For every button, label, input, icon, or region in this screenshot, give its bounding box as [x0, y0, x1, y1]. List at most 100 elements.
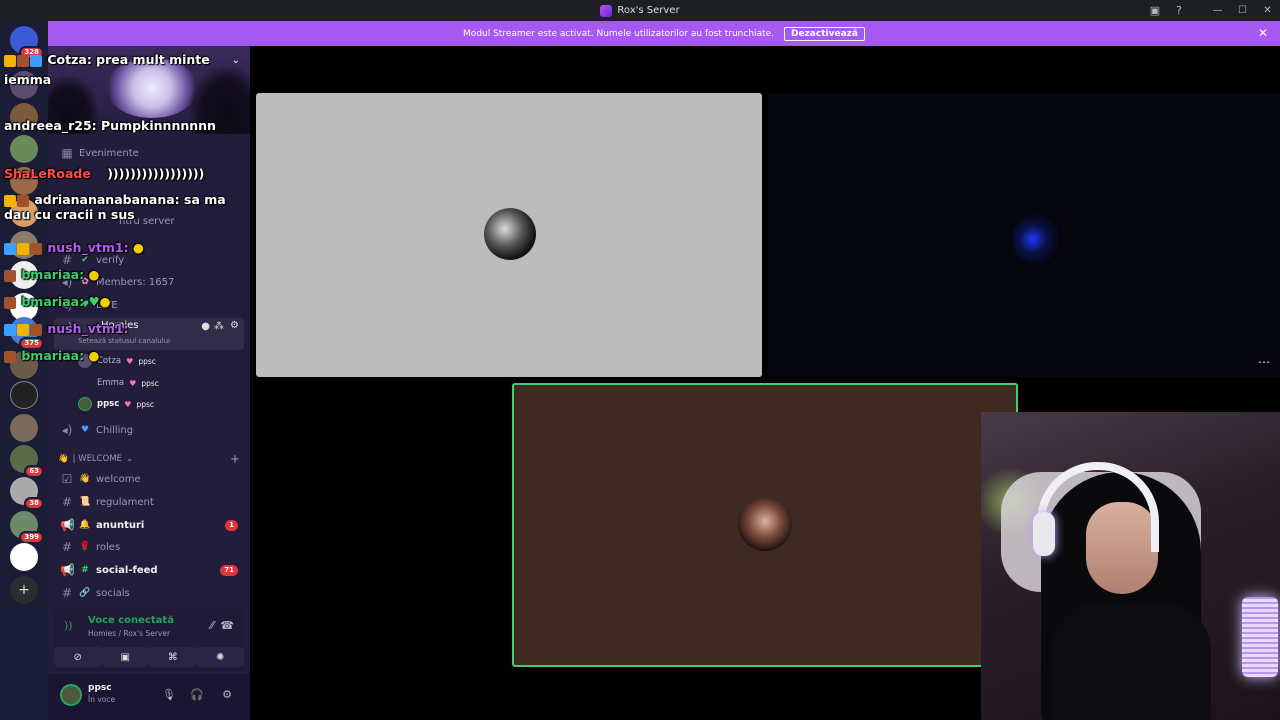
add-member-icon[interactable]: ⁂: [214, 321, 224, 332]
voice-user-name: Cotza: [97, 356, 122, 366]
heart-icon: ♥: [80, 300, 90, 310]
help-icon[interactable]: ?: [1167, 0, 1191, 21]
channel-welcome[interactable]: ☑ 👋 welcome: [54, 469, 244, 489]
server-info-label: ntru server: [119, 215, 175, 227]
gamepad-icon: ⌘: [167, 651, 178, 663]
verify-label: verify: [96, 254, 125, 266]
server-icon[interactable]: [10, 543, 38, 571]
rose-icon: 🌹: [79, 542, 91, 552]
titlebar-controls: ▣ ? — ☐ ✕: [1143, 0, 1280, 21]
socials-label: socials: [96, 587, 130, 599]
gear-icon[interactable]: ⚙: [230, 320, 239, 331]
channel-homies[interactable]: ◂) Homies ● ⁂ ⚙ Setează statusul canalul…: [54, 318, 244, 350]
channel-social-feed[interactable]: 📢 # social-feed 71: [54, 560, 244, 580]
maximize-button[interactable]: ☐: [1230, 0, 1255, 21]
window-title-text: Rox's Server: [617, 5, 680, 16]
voice-user[interactable]: ppsc ♥ ppsc: [78, 395, 154, 413]
avatar: [738, 497, 792, 551]
server-icon[interactable]: [10, 135, 38, 163]
unread-badge: 1: [225, 519, 238, 531]
voice-action-buttons: ⊘ ▣ ⌘ ✺: [54, 647, 244, 667]
server-icon[interactable]: [10, 199, 38, 227]
channel-anunturi[interactable]: 📢 🔔 anunturi 1: [54, 515, 244, 535]
headphones-icon[interactable]: 🎧: [190, 688, 204, 701]
category-welcome[interactable]: 👋 | WELCOME ⌄ +: [58, 452, 240, 466]
hashtag-icon: #: [61, 586, 73, 600]
server-icon[interactable]: 375: [10, 317, 44, 350]
channel-events[interactable]: ▦ Evenimente: [54, 143, 244, 163]
screen-share-button[interactable]: ▣: [101, 647, 149, 667]
participant-tile[interactable]: ⋯: [768, 93, 1280, 377]
chilling-label: Chilling: [96, 424, 134, 436]
server-icon[interactable]: [10, 103, 38, 131]
server-banner[interactable]: ⌄: [48, 46, 250, 134]
channel-members[interactable]: ◂) ✿ Members: 1657: [54, 272, 244, 292]
channel-socials[interactable]: # 🔗 socials: [54, 583, 244, 603]
channel-live[interactable]: ◂) ♥ LIVE: [54, 295, 244, 315]
avatar: [484, 208, 536, 260]
camera-off-button[interactable]: ⊘: [54, 647, 102, 667]
add-channel-icon[interactable]: +: [230, 452, 240, 466]
hashtag-icon: #: [61, 253, 73, 267]
server-icon[interactable]: [10, 381, 38, 409]
server-icon[interactable]: [10, 414, 38, 442]
voice-user[interactable]: Emma ♥ ppsc: [78, 374, 159, 392]
speaker-icon: ◂): [61, 275, 73, 289]
title-bar: Rox's Server ▣ ? — ☐ ✕: [0, 0, 1280, 21]
inbox-icon[interactable]: ▣: [1143, 0, 1167, 21]
link-icon: 🔗: [79, 588, 91, 598]
close-icon[interactable]: ✕: [1258, 26, 1268, 40]
channel-verify[interactable]: # ✔ verify: [54, 250, 244, 270]
disable-streamer-mode-button[interactable]: Dezactivează: [783, 26, 865, 41]
channel-regulament[interactable]: # 📜 regulament: [54, 492, 244, 512]
voice-status-title[interactable]: Voce conectată: [88, 615, 174, 626]
server-icon[interactable]: [10, 167, 38, 195]
banner-text: Modul Streamer este activat. Numele util…: [463, 28, 774, 39]
social-feed-label: social-feed: [96, 564, 158, 576]
minimize-button[interactable]: —: [1205, 0, 1230, 21]
participant-tile[interactable]: [256, 93, 762, 377]
channel-chilling[interactable]: ◂) ♥ Chilling: [54, 420, 244, 440]
participant-tile-speaking[interactable]: [512, 383, 1018, 667]
server-icon[interactable]: 38: [10, 477, 44, 510]
add-server-icon[interactable]: +: [10, 576, 38, 604]
channel-roles[interactable]: # 🌹 roles: [54, 537, 244, 557]
disconnect-icon[interactable]: ☎: [220, 619, 234, 632]
wave-icon: 👋: [58, 454, 69, 464]
user-panel: ppsc În voce 🎙 🎧 ⚙: [48, 674, 250, 720]
avatar[interactable]: [60, 684, 82, 706]
gear-icon[interactable]: ⚙: [222, 688, 232, 701]
server-icon-home[interactable]: 328: [10, 26, 44, 59]
flower-icon: ✿: [81, 277, 89, 287]
channel-status-hint[interactable]: Setează statusul canalului: [78, 337, 170, 345]
speaker-icon: ◂): [61, 298, 73, 312]
microphone-icon[interactable]: 🎙: [162, 688, 176, 701]
moon-banner-image: [106, 58, 198, 118]
speaker-icon: ◂): [61, 320, 73, 334]
server-list: 328 375 63 38 399 +: [0, 21, 48, 720]
server-icon[interactable]: 399: [10, 511, 44, 544]
soundboard-button[interactable]: ✺: [196, 647, 244, 667]
chat-bubble-icon[interactable]: ●: [201, 321, 210, 332]
more-options-icon[interactable]: ⋯: [1258, 355, 1270, 369]
close-window-button[interactable]: ✕: [1255, 0, 1280, 21]
chevron-down-icon[interactable]: ⌄: [232, 55, 240, 66]
noise-suppression-icon[interactable]: ⁄⁄: [210, 619, 214, 632]
server-icon[interactable]: [10, 71, 38, 99]
server-icon[interactable]: 63: [10, 445, 44, 478]
hashtag-icon: #: [61, 540, 73, 554]
roles-label: roles: [96, 541, 121, 553]
voice-user[interactable]: Cotza ♥ ppsc: [78, 352, 156, 370]
desk-lamp: [1242, 597, 1278, 677]
server-icon[interactable]: [10, 351, 38, 379]
activities-button[interactable]: ⌘: [149, 647, 197, 667]
voice-channel-path[interactable]: Homies / Rox's Server: [88, 629, 170, 638]
channel-server-info[interactable]: ntru server: [54, 211, 244, 231]
username[interactable]: ppsc: [88, 683, 112, 693]
server-icon[interactable]: [10, 231, 38, 259]
soundboard-icon: ✺: [216, 651, 225, 663]
scroll-icon: 📜: [79, 497, 91, 507]
server-icon[interactable]: [10, 261, 38, 289]
bell-icon: 🔔: [79, 520, 91, 530]
user-status: În voce: [88, 695, 116, 704]
